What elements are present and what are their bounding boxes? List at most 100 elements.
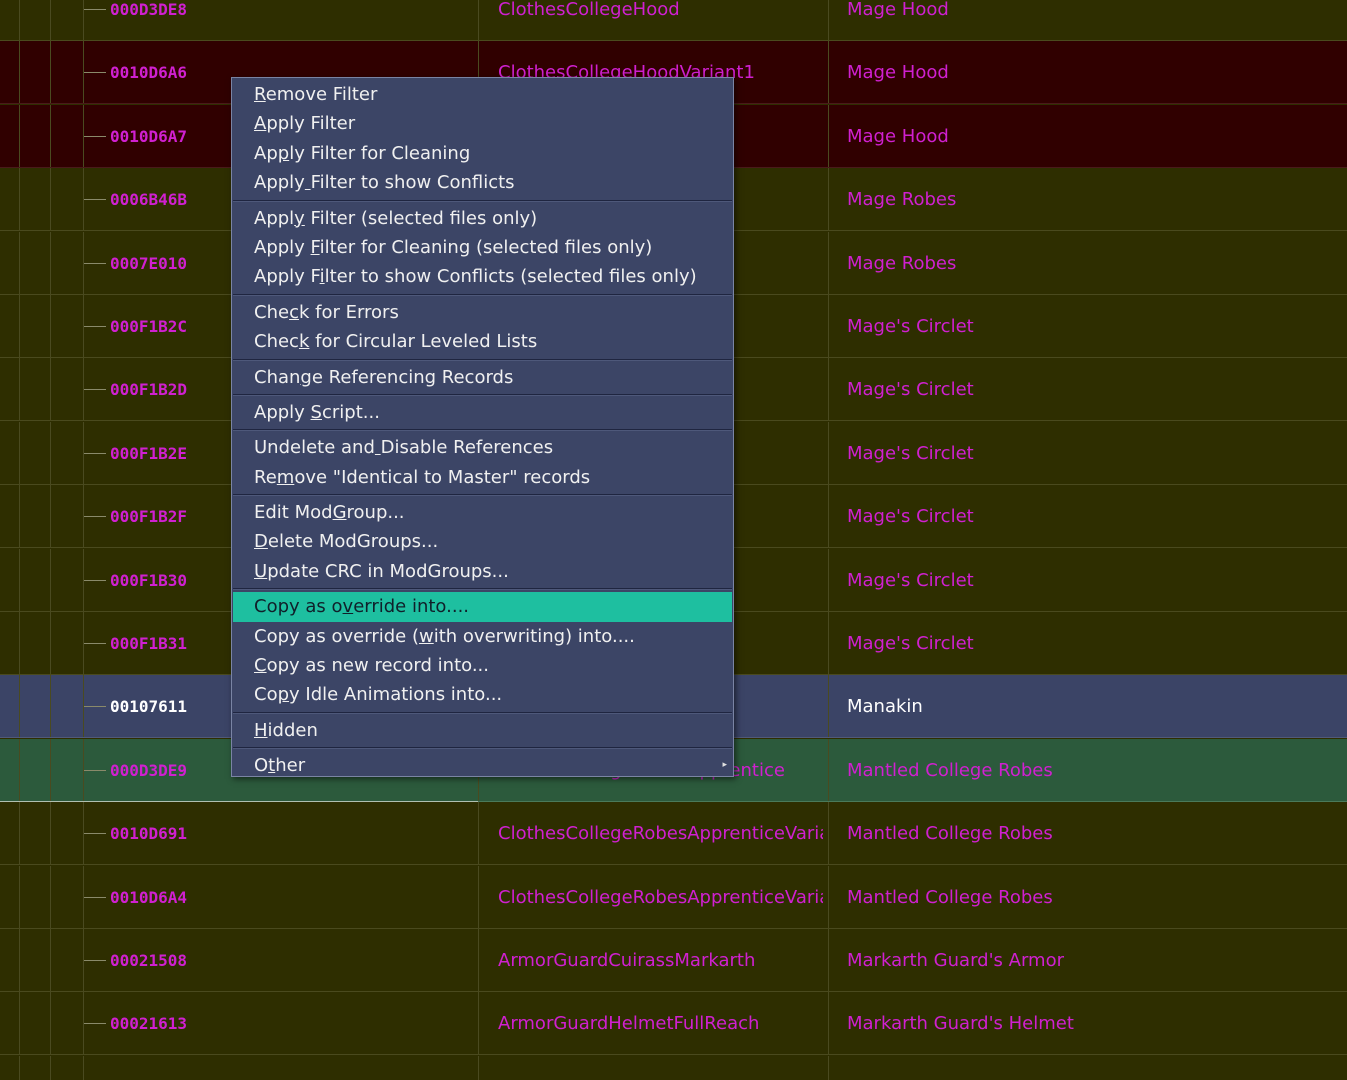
table-row[interactable]: 00021508 ArmorGuardCuirassMarkarth Markart… xyxy=(0,929,1347,992)
accelerator-key: G xyxy=(332,502,347,524)
tree-branch-line xyxy=(84,9,106,10)
name-cell: Markarth Guard's Helmet xyxy=(847,1013,1074,1035)
column-separator xyxy=(478,929,479,991)
tree-guide-line xyxy=(50,929,51,991)
accelerator-key: k xyxy=(298,331,310,353)
name-cell: Mage Hood xyxy=(847,0,949,20)
menu-item-copy-idle-animations[interactable]: Copy Idle Animations into... xyxy=(232,680,733,709)
editor-id-cell xyxy=(498,1056,823,1080)
column-separator xyxy=(828,295,829,357)
tree-guide-line xyxy=(19,41,20,104)
menu-item-change-referencing-records[interactable]: Change Referencing Records xyxy=(232,363,733,392)
tree-guide-line xyxy=(50,0,51,40)
menu-item-apply-filter-conflicts-selected[interactable]: Apply Filter to show Conflicts (selected… xyxy=(232,262,733,291)
menu-item-copy-as-override[interactable]: Copy as override into.... xyxy=(233,592,732,622)
accelerator-key xyxy=(305,172,311,193)
menu-item-hidden[interactable]: Hidden xyxy=(232,716,733,745)
column-separator xyxy=(828,865,829,928)
name-cell: Mage Robes xyxy=(847,189,957,211)
menu-item-update-crc-modgroups[interactable]: Update CRC in ModGroups... xyxy=(232,557,733,586)
tree-guide-line xyxy=(19,612,20,674)
name-cell: Mage's Circlet xyxy=(847,569,974,591)
menu-item-remove-itm-records[interactable]: Remove "Identical to Master" records xyxy=(232,463,733,492)
tree-guide-line xyxy=(50,1055,51,1080)
column-separator xyxy=(478,0,479,40)
menu-item-copy-as-override-overwriting[interactable]: Copy as override (with overwriting) into… xyxy=(232,622,733,651)
menu-item-apply-filter[interactable]: Apply Filter xyxy=(232,109,733,138)
menu-item-remove-filter[interactable]: Remove Filter xyxy=(232,80,733,109)
column-separator xyxy=(478,865,479,928)
tree-guide-line xyxy=(19,104,20,167)
tree-guide-line xyxy=(83,1055,84,1080)
tree-branch-line xyxy=(84,262,106,264)
name-cell: Mage Hood xyxy=(847,62,949,84)
editor-id-cell: ArmorGuardCuirassMarkarth xyxy=(498,950,756,971)
tree-guide-line xyxy=(19,485,20,548)
menu-item-apply-filter-cleaning-selected[interactable]: Apply Filter for Cleaning (selected file… xyxy=(232,233,733,262)
name-cell: Mantled College Robes xyxy=(847,886,1053,908)
accelerator-key: t xyxy=(268,755,276,777)
menu-item-apply-script[interactable]: Apply Script... xyxy=(232,398,733,427)
tree-guide-line xyxy=(50,358,51,421)
table-row[interactable]: 0010D6A4 ClothesCollegeRobesApprenticeVar… xyxy=(0,865,1347,929)
menu-item-apply-filter-cleaning[interactable]: Apply Filter for Cleaning xyxy=(232,139,733,168)
tree-guide-line xyxy=(19,738,20,801)
column-separator xyxy=(828,41,829,104)
editor-id-cell: ClothesCollegeRobesApprenticeVaria... xyxy=(498,886,823,908)
column-separator xyxy=(828,802,829,865)
menu-item-other[interactable]: Other ▸ xyxy=(232,751,733,780)
tree-guide-line xyxy=(50,738,51,801)
tree-guide-line xyxy=(50,295,51,357)
editor-id-cell: ClothesCollegeRobesApprenticeVaria... xyxy=(498,823,823,845)
name-cell: Mage Hood xyxy=(847,125,949,147)
tree-guide-line xyxy=(50,168,51,231)
column-separator xyxy=(828,0,829,40)
menu-item-check-circular-leveled-lists[interactable]: Check for Circular Leveled Lists xyxy=(232,327,733,356)
column-separator xyxy=(828,421,829,484)
column-separator xyxy=(828,929,829,991)
tree-branch-line xyxy=(84,326,106,327)
menu-item-edit-modgroup[interactable]: Edit ModGroup... xyxy=(232,498,733,527)
column-separator xyxy=(828,358,829,421)
tree-guide-line xyxy=(50,41,51,104)
menu-item-apply-filter-selected[interactable]: Apply Filter (selected files only) xyxy=(232,204,733,233)
column-separator xyxy=(828,992,829,1055)
tree-guide-line xyxy=(19,675,20,738)
tree-branch-line xyxy=(84,833,106,835)
table-row[interactable] xyxy=(0,1055,1347,1080)
menu-item-apply-filter-conflicts[interactable]: Apply Filter to show Conflicts xyxy=(232,168,733,197)
tree-branch-line xyxy=(84,706,106,708)
tree-guide-line xyxy=(50,548,51,611)
table-row[interactable]: 000D3DE8 ClothesCollegeHood Mage Hood xyxy=(0,0,1347,41)
accelerator-key: y xyxy=(294,207,305,229)
column-separator xyxy=(828,231,829,294)
record-view: 000D3DE8 ClothesCollegeHood Mage Hood 0010D… xyxy=(0,0,1347,1080)
menu-item-check-errors[interactable]: Check for Errors xyxy=(232,298,733,327)
form-id-cell: 000D3DE8 xyxy=(110,0,188,19)
tree-guide-line xyxy=(19,421,20,484)
tree-guide-line xyxy=(19,231,20,294)
table-row[interactable]: 00021613 ArmorGuardHelmetFullReach Markart… xyxy=(0,992,1347,1056)
table-row[interactable]: 0010D691 ClothesCollegeRobesApprenticeVar… xyxy=(0,802,1347,866)
tree-guide-line xyxy=(19,865,20,928)
name-cell: Mantled College Robes xyxy=(847,759,1053,781)
column-separator xyxy=(828,675,829,738)
column-separator xyxy=(828,548,829,611)
tree-guide-line xyxy=(50,231,51,294)
name-cell: Mage's Circlet xyxy=(847,633,974,654)
column-separator xyxy=(478,802,479,865)
tree-guide-line xyxy=(19,802,20,865)
accelerator-key: S xyxy=(310,401,322,423)
tree-guide-line xyxy=(19,548,20,611)
tree-guide-line xyxy=(50,104,51,167)
menu-item-copy-as-new-record[interactable]: Copy as new record into... xyxy=(232,651,733,680)
menu-item-undelete-disable-references[interactable]: Undelete and Disable References xyxy=(232,433,733,462)
name-cell: Manakin xyxy=(847,696,923,718)
menu-separator xyxy=(233,494,732,497)
menu-separator xyxy=(233,588,732,591)
name-cell: Mage's Circlet xyxy=(847,442,974,464)
submenu-arrow-icon: ▸ xyxy=(722,760,727,771)
tree-guide-line xyxy=(19,295,20,357)
menu-item-delete-modgroups[interactable]: Delete ModGroups... xyxy=(232,527,733,556)
tree-guide-line xyxy=(19,358,20,421)
